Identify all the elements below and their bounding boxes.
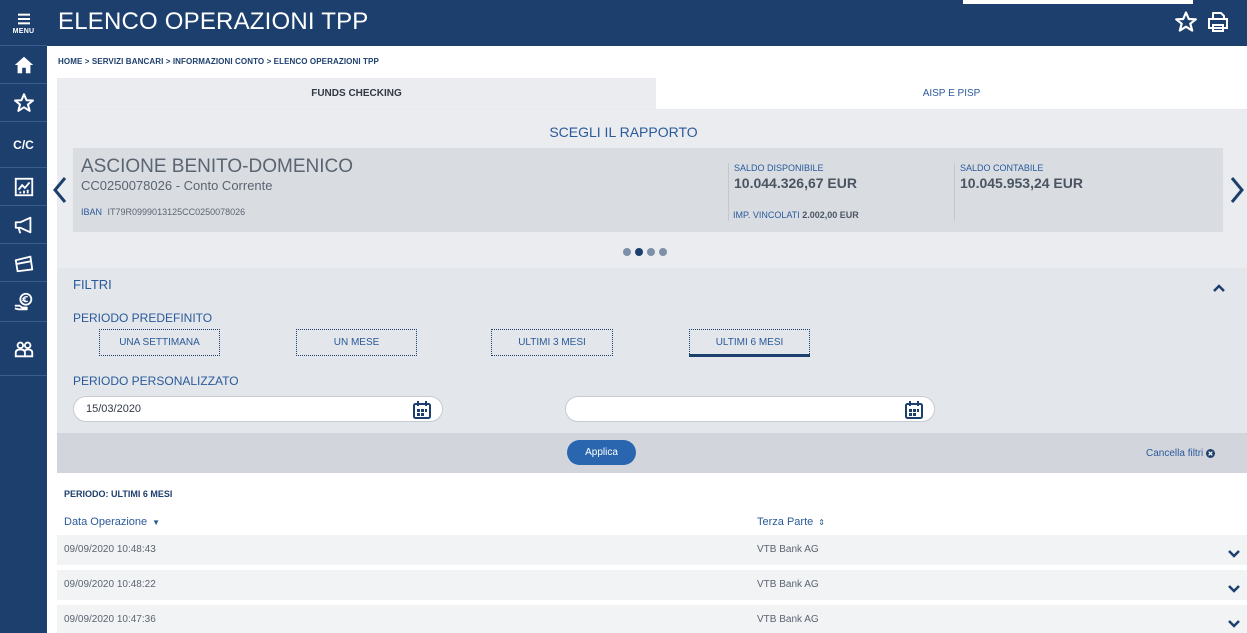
column-party-label: Terza Parte: [757, 516, 814, 528]
row-date: 09/09/2020 10:47:36: [64, 614, 156, 625]
page-header: ELENCO OPERAZIONI TPP: [47, 0, 1247, 46]
iban-row: IBAN IT79R0999013125CC0250078026: [81, 207, 245, 217]
bound-amount: IMP. VINCOLATI 2.002,00 EUR: [733, 210, 859, 220]
investments-nav[interactable]: [0, 168, 47, 206]
chevron-down-icon[interactable]: [1227, 581, 1241, 593]
custom-period-label: PERIODO PERSONALIZZATO: [73, 374, 239, 388]
breadcrumb[interactable]: HOME > SERVIZI BANCARI > INFORMAZIONI CO…: [58, 57, 379, 66]
euro-hand-icon: [14, 292, 32, 310]
row-party: VTB Bank AG: [757, 544, 819, 555]
home-nav[interactable]: [0, 46, 47, 84]
date-from-value: 15/03/2020: [86, 403, 142, 415]
chevron-down-icon[interactable]: [1227, 546, 1241, 558]
tab-funds-checking[interactable]: FUNDS CHECKING: [57, 78, 656, 109]
period-3-months-button[interactable]: ULTIMI 3 MESI: [491, 329, 613, 356]
chevron-left-icon: [53, 177, 67, 203]
accounting-balance-label: SALDO CONTABILE: [960, 163, 1044, 173]
accounting-balance: SALDO CONTABILE 10.045.953,24 EUR: [954, 163, 1083, 221]
carousel-dot-active[interactable]: [635, 248, 643, 256]
tab-bar: FUNDS CHECKING AISP E PISP: [57, 78, 1247, 110]
tab-aisp-pisp[interactable]: AISP E PISP: [656, 78, 1247, 109]
collapse-filters-button[interactable]: [1212, 280, 1226, 292]
clear-filters-link[interactable]: Cancella filtri: [1146, 448, 1216, 459]
carousel-pagination: [623, 248, 667, 256]
home-icon: [14, 56, 33, 73]
megaphone-icon: [14, 216, 31, 234]
column-header-date[interactable]: Data Operazione ▼: [64, 516, 160, 528]
period-summary: PERIODO: ULTIMI 6 MESI: [64, 489, 173, 499]
hamburger-icon: [17, 13, 30, 24]
period-month-button[interactable]: UN MESE: [296, 329, 417, 356]
date-from-field[interactable]: 15/03/2020: [73, 396, 443, 422]
chevron-up-icon: [1213, 284, 1225, 292]
printer-icon: [1208, 12, 1228, 32]
star-icon: [13, 92, 34, 112]
iban-value: IT79R0999013125CC0250078026: [107, 207, 246, 217]
card-icon: [14, 255, 33, 272]
date-to-field[interactable]: [565, 396, 935, 422]
advisor-nav[interactable]: [0, 322, 47, 376]
filters-title: FILTRI: [73, 277, 112, 292]
chart-icon: [14, 177, 33, 196]
carousel-dot[interactable]: [647, 248, 655, 256]
cards-nav[interactable]: [0, 244, 47, 282]
favorite-button[interactable]: [1174, 10, 1198, 34]
side-navigation: MENU C/C: [0, 0, 47, 633]
accounting-balance-value: 10.045.953,24 EUR: [960, 175, 1083, 191]
close-circle-icon: [1206, 449, 1216, 458]
row-date: 09/09/2020 10:48:43: [64, 544, 156, 555]
table-row[interactable]: 09/09/2020 10:48:43 VTB Bank AG: [57, 535, 1247, 565]
account-card[interactable]: ASCIONE BENITO-DOMENICO CC0250078026 - C…: [73, 148, 1223, 232]
table-row[interactable]: 09/09/2020 10:47:36 VTB Bank AG: [57, 605, 1247, 633]
menu-button[interactable]: MENU: [0, 0, 47, 46]
star-icon: [1175, 11, 1197, 32]
clear-filters-label: Cancella filtri: [1146, 448, 1204, 459]
predefined-period-label: PERIODO PREDEFINITO: [73, 311, 213, 325]
available-balance-label: SALDO DISPONIBILE: [734, 163, 824, 173]
period-week-button[interactable]: UNA SETTIMANA: [99, 329, 220, 356]
chevron-down-icon[interactable]: [1227, 616, 1241, 628]
sort-icon: ⇕: [818, 517, 825, 527]
sort-desc-icon: ▼: [152, 517, 161, 527]
previous-account-button[interactable]: [50, 173, 70, 207]
row-party: VTB Bank AG: [757, 579, 819, 590]
carousel-dot[interactable]: [659, 248, 667, 256]
selected-period-indicator: [689, 354, 810, 357]
calendar-icon[interactable]: [904, 400, 924, 420]
chevron-right-icon: [1230, 177, 1244, 203]
print-button[interactable]: [1206, 10, 1230, 34]
row-date: 09/09/2020 10:48:22: [64, 579, 156, 590]
favorites-nav[interactable]: [0, 84, 47, 122]
column-header-party[interactable]: Terza Parte ⇕: [757, 516, 825, 528]
table-row[interactable]: 09/09/2020 10:48:22 VTB Bank AG: [57, 570, 1247, 600]
menu-label: MENU: [12, 27, 35, 35]
iban-label: IBAN: [81, 207, 103, 217]
account-number: CC0250078026 - Conto Corrente: [81, 178, 273, 193]
page-title: ELENCO OPERAZIONI TPP: [58, 8, 369, 35]
row-party: VTB Bank AG: [757, 614, 819, 625]
bound-amount-label: IMP. VINCOLATI: [733, 210, 800, 220]
header-strip: [963, 0, 1193, 4]
bound-amount-value: 2.002,00 EUR: [802, 210, 859, 220]
period-6-months-button[interactable]: ULTIMI 6 MESI: [689, 329, 810, 356]
payments-nav[interactable]: [0, 282, 47, 322]
promotions-nav[interactable]: [0, 206, 47, 244]
next-account-button[interactable]: [1227, 173, 1247, 207]
filters-footer: Applica Cancella filtri: [57, 433, 1247, 473]
filters-panel: FILTRI PERIODO PREDEFINITO UNA SETTIMANA…: [57, 268, 1247, 473]
carousel-dot[interactable]: [623, 248, 631, 256]
column-date-label: Data Operazione: [64, 516, 148, 528]
available-balance-value: 10.044.326,67 EUR: [734, 175, 857, 191]
apply-button[interactable]: Applica: [567, 440, 636, 465]
carousel-title: SCEGLI IL RAPPORTO: [549, 124, 698, 140]
calendar-icon[interactable]: [412, 400, 432, 420]
users-icon: [14, 341, 33, 357]
account-holder: ASCIONE BENITO-DOMENICO: [81, 156, 354, 177]
